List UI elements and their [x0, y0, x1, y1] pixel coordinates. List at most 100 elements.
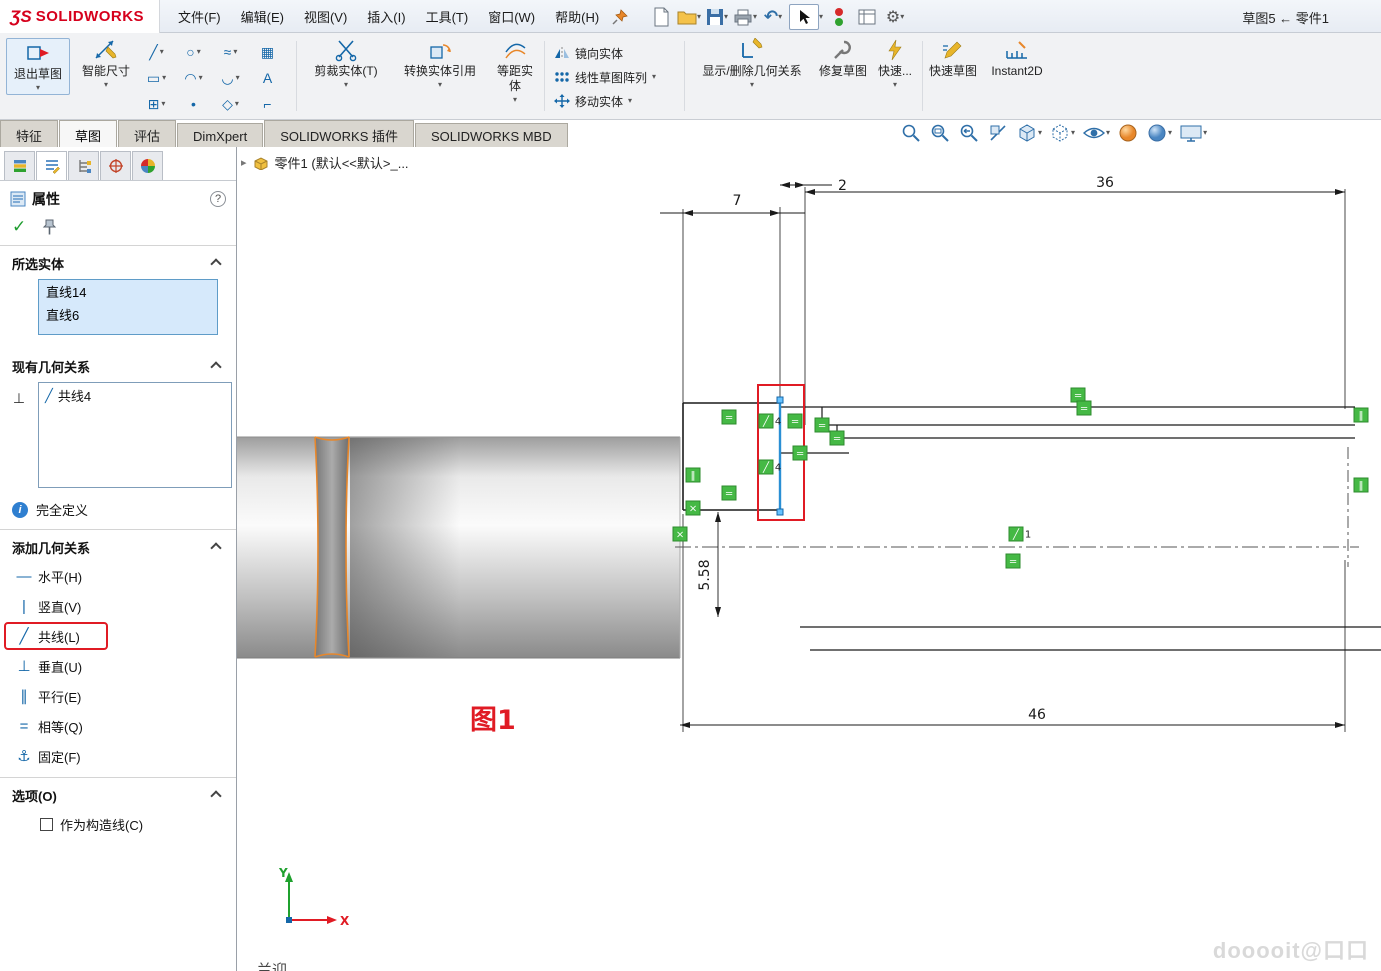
feature-manager-tab[interactable] — [4, 151, 35, 180]
existing-relations-header[interactable]: 现有几何关系 — [0, 349, 236, 380]
graphics-area[interactable]: 7 2 36 46 5.58 = = ╱4 ╱4 = = = = = ‖ = ×… — [237, 147, 1381, 971]
options-header[interactable]: 选项(O) — [0, 778, 236, 809]
feature-tree-flyout[interactable]: ▸ 零件1 (默认<<默认>_... — [241, 153, 409, 172]
relation-equal-button[interactable]: = 相等(Q) — [0, 711, 236, 741]
add-relations-header[interactable]: 添加几何关系 — [0, 530, 236, 561]
svg-text:4: 4 — [775, 417, 781, 428]
pushpin-icon[interactable] — [42, 219, 57, 236]
save-button[interactable]: ▾ — [704, 3, 730, 30]
apply-scene-button[interactable]: ▾ — [1144, 121, 1174, 145]
instant2d-button[interactable]: Instant2D — [982, 38, 1052, 79]
part-tree-item[interactable]: 零件1 (默认<<默认>_... — [275, 153, 409, 172]
open-document-button[interactable]: ▾ — [676, 3, 702, 30]
relation-vertical-button[interactable]: | 竖直(V) — [0, 591, 236, 621]
relation-collinear-button[interactable]: ╱ 共线(L) — [0, 621, 236, 651]
view-settings-button[interactable]: ▾ — [1177, 121, 1209, 145]
relation-badges[interactable]: = = ╱4 ╱4 = = = = = ‖ = × × ╱1 = ‖ ‖ — [673, 388, 1368, 568]
caret-down-icon: ▾ — [199, 74, 203, 82]
options-list-button[interactable] — [854, 3, 880, 30]
circle-tool-button[interactable]: ○▾ — [175, 39, 212, 65]
relation-perpendicular-button[interactable]: ⊥ 垂直(U) — [0, 651, 236, 681]
sketch-canvas[interactable]: 7 2 36 46 5.58 = = ╱4 ╱4 = = = = = ‖ = ×… — [237, 147, 1381, 971]
collapse-chevron-icon[interactable] — [210, 361, 221, 372]
ellipse-tool-button[interactable]: ◡▾ — [212, 65, 249, 91]
interference-check-button[interactable] — [826, 3, 852, 30]
tab-solidworks-addins[interactable]: SOLIDWORKS 插件 — [264, 120, 414, 147]
selected-entity-item[interactable]: 直线6 — [39, 303, 217, 326]
sketch-long-lines[interactable] — [780, 407, 1381, 650]
collapse-chevron-icon[interactable] — [210, 258, 221, 269]
menu-view[interactable]: 视图(V) — [294, 0, 357, 33]
menu-file[interactable]: 文件(F) — [168, 0, 231, 33]
sketch-grid-tool-button[interactable]: ▦ — [249, 39, 286, 65]
help-icon[interactable]: ? — [210, 191, 226, 207]
menu-window[interactable]: 窗口(W) — [478, 0, 545, 33]
fillet-tool-button[interactable]: ◇▾ — [212, 91, 249, 117]
shaft-model[interactable] — [237, 437, 680, 658]
menu-help[interactable]: 帮助(H) — [545, 0, 609, 33]
rapid-sketch-button[interactable]: 快速草图 — [928, 38, 978, 79]
new-document-button[interactable] — [648, 3, 674, 30]
existing-relations-listbox[interactable]: ╱ 共线4 — [38, 382, 232, 488]
dimxpert-manager-tab[interactable] — [100, 151, 131, 180]
point-tool-button[interactable]: • — [175, 91, 212, 117]
ok-check-icon[interactable]: ✓ — [12, 217, 26, 237]
dimension-texts[interactable]: 7 2 36 46 5.58 — [697, 175, 1114, 723]
convert-entities-button[interactable]: 转换实体引用 ▾ — [394, 38, 486, 89]
settings-button[interactable]: ⚙ ▾ — [882, 3, 908, 30]
quick-snaps-button[interactable]: 快速... ▾ — [872, 38, 918, 89]
smart-dimension-button[interactable]: 智能尺寸 ▾ — [78, 38, 134, 89]
collapse-chevron-icon[interactable] — [210, 790, 221, 801]
section-view-button[interactable] — [985, 121, 1011, 145]
display-style-button[interactable]: ▾ — [1047, 121, 1077, 145]
display-manager-tab[interactable] — [132, 151, 163, 180]
zoom-area-button[interactable] — [927, 121, 953, 145]
tab-dimxpert[interactable]: DimXpert — [177, 123, 263, 150]
tab-features[interactable]: 特征 — [0, 120, 58, 147]
menu-insert[interactable]: 插入(I) — [357, 0, 415, 33]
offset-entities-button[interactable]: 等距实体 ▾ — [492, 38, 538, 104]
view-orientation-button[interactable]: ▾ — [1014, 121, 1044, 145]
repair-sketch-button[interactable]: 修复草图 — [818, 38, 868, 79]
flyout-arrow-icon[interactable]: ▸ — [241, 156, 247, 169]
move-entities-button[interactable]: 移动实体 ▾ — [550, 89, 660, 113]
tab-evaluate[interactable]: 评估 — [118, 120, 176, 147]
relation-item[interactable]: ╱ 共线4 — [39, 383, 231, 408]
linear-sketch-pattern-button[interactable]: 线性草图阵列 ▾ — [550, 65, 660, 89]
edit-appearance-button[interactable] — [1115, 121, 1141, 145]
relation-parallel-button[interactable]: ∥ 平行(E) — [0, 681, 236, 711]
trim-entities-button[interactable]: 剪裁实体(T) ▾ — [302, 38, 390, 89]
previous-view-button[interactable] — [956, 121, 982, 145]
tab-solidworks-mbd[interactable]: SOLIDWORKS MBD — [415, 123, 568, 150]
exit-sketch-button[interactable]: 退出草图 ▾ — [6, 38, 70, 95]
property-manager-tab[interactable] — [36, 151, 67, 180]
selected-entity-item[interactable]: 直线14 — [39, 280, 217, 303]
tab-sketch[interactable]: 草图 — [59, 120, 117, 147]
configuration-manager-tab[interactable] — [68, 151, 99, 180]
spline-tool-button[interactable]: ≈▾ — [212, 39, 249, 65]
arc-tool-button[interactable]: ◠▾ — [175, 65, 212, 91]
print-button[interactable]: ▾ — [732, 3, 758, 30]
menu-edit[interactable]: 编辑(E) — [231, 0, 294, 33]
dimensions[interactable] — [660, 185, 1345, 725]
collapse-chevron-icon[interactable] — [210, 542, 221, 553]
undo-button[interactable]: ↶ ▾ — [760, 3, 786, 30]
zoom-fit-button[interactable] — [898, 121, 924, 145]
selected-entities-listbox[interactable]: 直线14 直线6 — [38, 279, 218, 335]
text-tool-button[interactable]: A — [249, 65, 286, 91]
relation-fix-button[interactable]: ⚓ 固定(F) — [0, 741, 236, 771]
menu-tools[interactable]: 工具(T) — [416, 0, 479, 33]
centerline-tool-button[interactable]: ⊞▾ — [138, 91, 175, 117]
rectangle-tool-button[interactable]: ▭▾ — [138, 65, 175, 91]
line-tool-button[interactable]: ╱▾ — [138, 39, 175, 65]
menu-pin-icon[interactable] — [608, 5, 632, 29]
selected-line[interactable] — [777, 397, 783, 515]
display-delete-relations-button[interactable]: 显示/删除几何关系 ▾ — [690, 38, 814, 89]
select-tool-button[interactable]: ▾ — [788, 3, 824, 30]
selected-entities-header[interactable]: 所选实体 — [0, 246, 236, 277]
hide-show-items-button[interactable]: ▾ — [1080, 121, 1112, 145]
construction-checkbox[interactable] — [40, 818, 53, 831]
mirror-entities-button[interactable]: 镜向实体 — [550, 41, 660, 65]
relation-horizontal-button[interactable]: — 水平(H) — [0, 561, 236, 591]
plane-tool-button[interactable]: ⌐ — [249, 91, 286, 117]
